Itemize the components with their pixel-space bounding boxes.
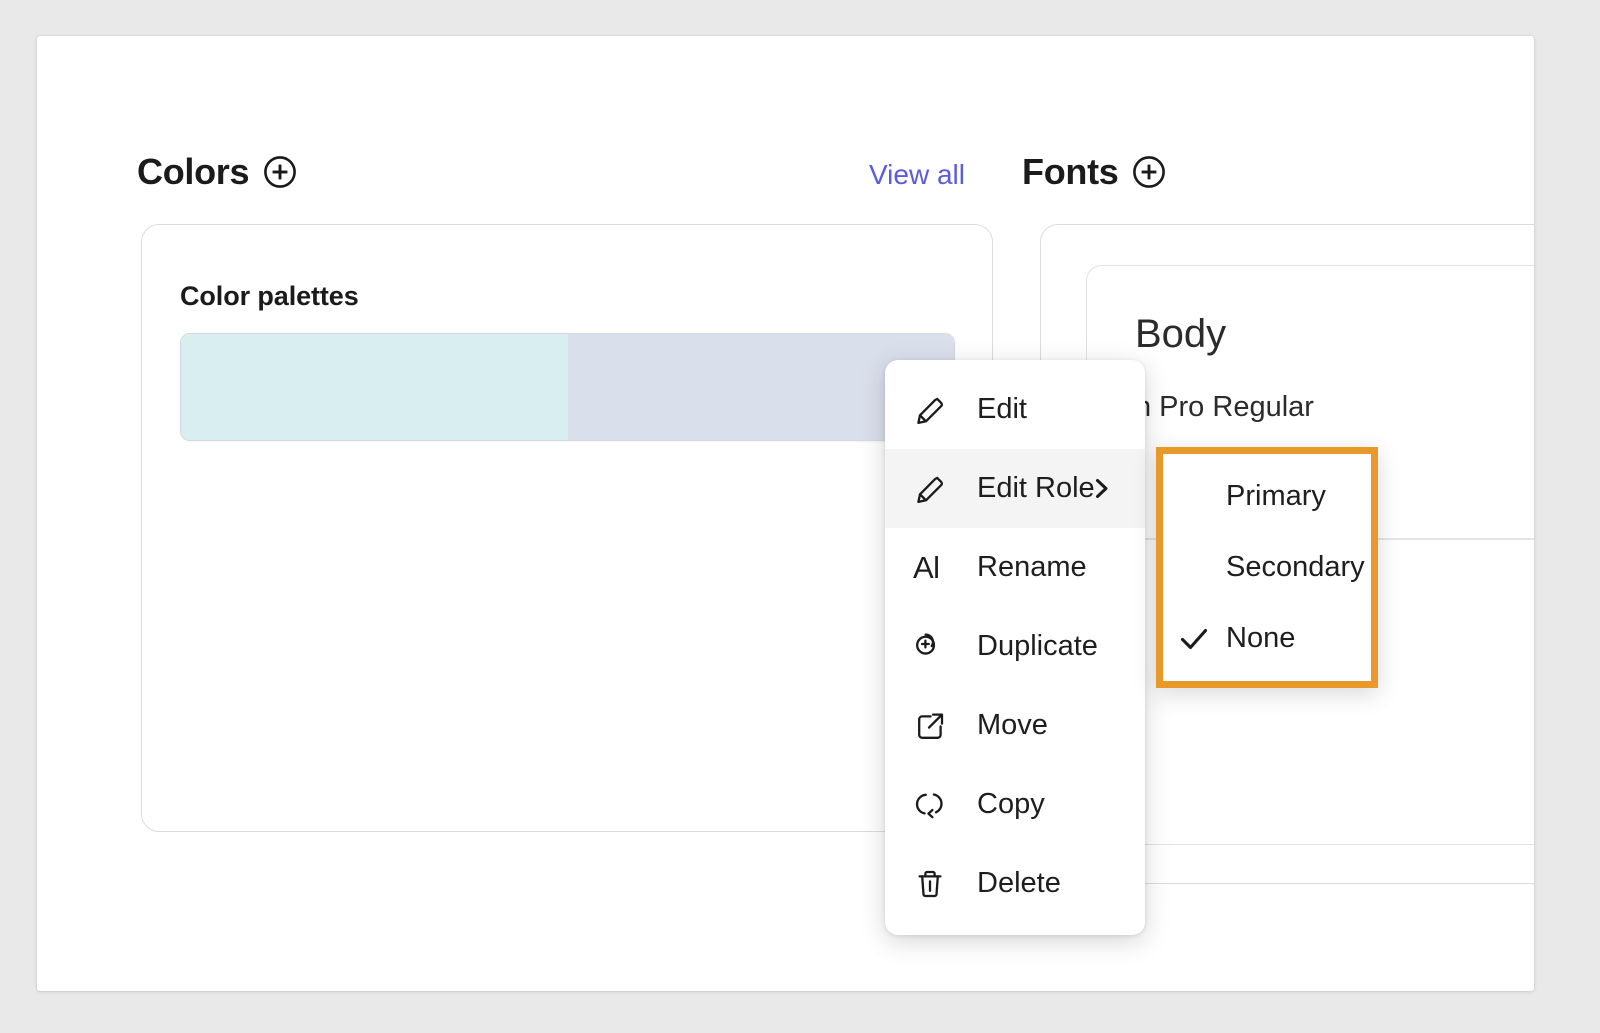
screenshot-root: Colors View all Fonts Color palettes Bod… xyxy=(0,0,1600,1033)
plus-circle-icon xyxy=(264,156,297,188)
pencil-icon xyxy=(917,476,944,503)
menu-item-label: Edit xyxy=(977,393,1027,425)
menu-item-duplicate[interactable]: Duplicate xyxy=(885,607,1145,686)
menu-item-label: Move xyxy=(977,709,1048,741)
menu-item-label: Delete xyxy=(977,867,1061,899)
menu-item-copy[interactable]: Copy xyxy=(885,765,1145,844)
trash-icon xyxy=(918,870,942,897)
pencil-icon xyxy=(917,397,944,424)
checkmark-icon xyxy=(1180,628,1208,649)
menu-item-label: Copy xyxy=(977,788,1045,820)
chevron-right-icon xyxy=(1096,479,1108,498)
duplicate-icon xyxy=(916,632,936,655)
menu-item-label: Rename xyxy=(977,551,1087,583)
color-palette-row[interactable] xyxy=(180,333,955,441)
add-color-button[interactable] xyxy=(263,155,297,189)
context-menu[interactable]: Edit Edit Role Al Rename Duplicate Move Copy De… xyxy=(885,360,1145,935)
submenu-item-label: None xyxy=(1226,622,1296,654)
fonts-section-header: Fonts xyxy=(1022,154,1166,190)
menu-item-rename[interactable]: Al Rename xyxy=(885,528,1145,607)
color-swatch-primary[interactable] xyxy=(181,334,568,440)
submenu-item-secondary[interactable]: Secondary xyxy=(1156,536,1378,600)
fonts-section-title: Fonts xyxy=(1022,151,1119,192)
submenu-item-none[interactable]: None xyxy=(1156,607,1378,671)
menu-item-move[interactable]: Move xyxy=(885,686,1145,765)
text-rename-icon: Al xyxy=(913,549,940,585)
font-sample-name: Body xyxy=(1135,312,1227,356)
add-font-button[interactable] xyxy=(1132,155,1166,189)
font-sample-family: n Pro Regular xyxy=(1135,391,1314,423)
submenu-item-primary[interactable]: Primary xyxy=(1156,465,1378,529)
submenu-item-label: Secondary xyxy=(1226,551,1365,583)
submenu-item-label: Primary xyxy=(1226,480,1326,512)
plus-circle-icon xyxy=(1133,156,1166,188)
color-palettes-panel: Color palettes xyxy=(141,224,993,832)
copy-icon xyxy=(915,792,943,818)
menu-item-label: Duplicate xyxy=(977,630,1098,662)
move-arrow-icon xyxy=(918,712,944,739)
color-palettes-title: Color palettes xyxy=(180,281,359,311)
menu-item-label: Edit Role xyxy=(977,472,1095,504)
menu-item-edit-role[interactable]: Edit Role xyxy=(885,449,1145,528)
colors-section-header: Colors xyxy=(137,154,297,190)
colors-section-title: Colors xyxy=(137,151,250,192)
edit-role-submenu[interactable]: Primary Secondary None xyxy=(1156,447,1378,688)
menu-item-edit[interactable]: Edit xyxy=(885,370,1145,449)
edit-role-submenu-wrapper: Primary Secondary None xyxy=(1156,447,1378,688)
view-all-colors-link[interactable]: View all xyxy=(869,158,965,192)
menu-item-delete[interactable]: Delete xyxy=(885,844,1145,923)
